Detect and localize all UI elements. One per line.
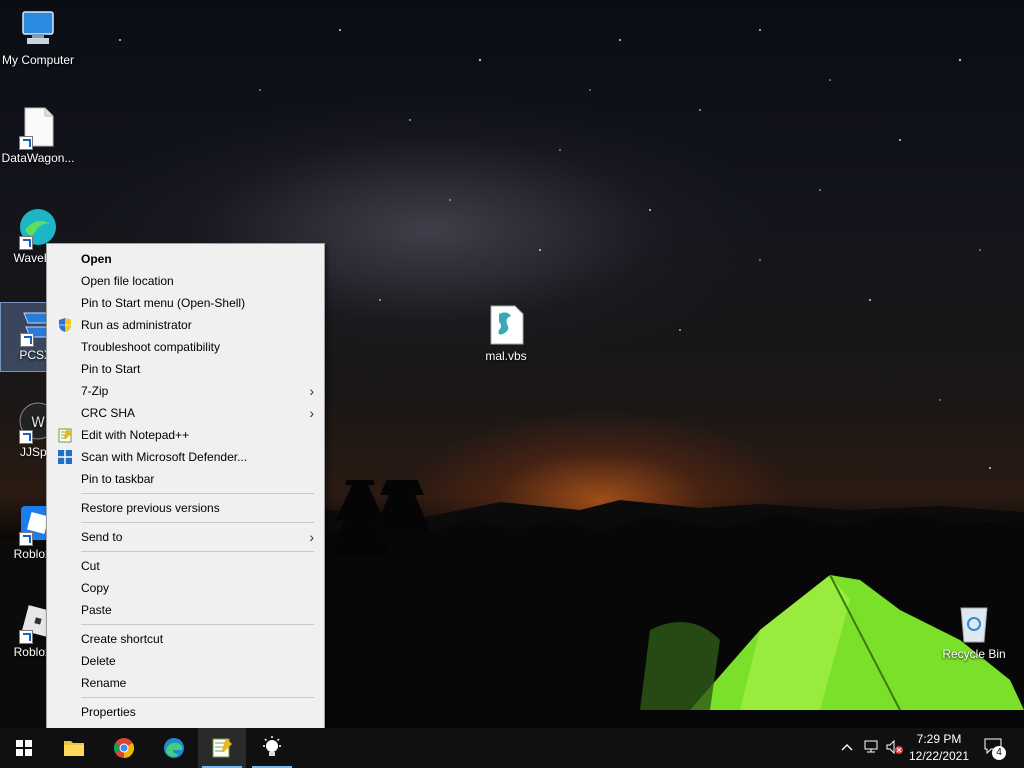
menu-item-open-file-location[interactable]: Open file location xyxy=(47,270,324,292)
svg-text:W: W xyxy=(31,415,45,431)
menu-separator xyxy=(81,624,314,625)
menu-separator xyxy=(81,551,314,552)
taskbar-tips[interactable] xyxy=(248,728,296,768)
menu-item-restore-previous-versions[interactable]: Restore previous versions xyxy=(47,497,324,519)
tray-network[interactable] xyxy=(860,728,882,768)
notification-count-badge: 4 xyxy=(992,746,1006,760)
uac-shield-icon xyxy=(57,317,73,333)
start-button[interactable] xyxy=(0,728,48,768)
chevron-up-icon xyxy=(841,744,853,751)
wavebrowser-icon xyxy=(17,206,59,250)
menu-item-send-to[interactable]: Send to › xyxy=(47,526,324,548)
my-computer-icon xyxy=(17,8,59,50)
menu-item-paste[interactable]: Paste xyxy=(47,599,324,621)
menu-item-pin-to-taskbar[interactable]: Pin to taskbar xyxy=(47,468,324,490)
clock-time: 7:29 PM xyxy=(916,732,962,746)
notepadpp-icon xyxy=(57,427,73,443)
chevron-right-icon: › xyxy=(309,383,314,399)
volume-muted-icon xyxy=(886,740,903,755)
menu-item-open[interactable]: Open xyxy=(47,248,324,270)
menu-separator xyxy=(81,697,314,698)
menu-item-copy[interactable]: Copy xyxy=(47,577,324,599)
notepadpp-icon xyxy=(212,738,232,758)
desktop-icon-recycle-bin[interactable]: Recycle Bin xyxy=(936,602,1012,661)
shortcut-arrow-icon xyxy=(19,630,33,644)
menu-separator xyxy=(81,493,314,494)
menu-item-create-shortcut[interactable]: Create shortcut xyxy=(47,628,324,650)
chevron-right-icon: › xyxy=(309,405,314,421)
chrome-icon xyxy=(113,738,135,759)
menu-separator xyxy=(81,522,314,523)
shortcut-arrow-icon xyxy=(19,136,33,150)
shortcut-arrow-icon xyxy=(19,532,33,546)
defender-icon xyxy=(57,449,73,465)
taskbar-notepadpp[interactable] xyxy=(198,728,246,768)
desktop-icon-datawagon[interactable]: DataWagon... xyxy=(0,106,76,165)
menu-item-scan-with-defender[interactable]: Scan with Microsoft Defender... xyxy=(47,446,324,468)
taskbar-clock[interactable]: 7:29 PM 12/22/2021 xyxy=(904,731,974,765)
action-center-button[interactable]: 4 xyxy=(980,728,1010,768)
menu-item-edit-with-notepadpp[interactable]: Edit with Notepad++ xyxy=(47,424,324,446)
file-explorer-icon xyxy=(64,741,84,756)
tray-show-hidden-icons[interactable] xyxy=(838,728,856,768)
menu-item-delete[interactable]: Delete xyxy=(47,650,324,672)
shortcut-arrow-icon xyxy=(19,236,33,250)
taskbar-edge[interactable] xyxy=(150,728,198,768)
blank-file-icon xyxy=(17,106,59,150)
chevron-right-icon: › xyxy=(309,529,314,545)
tips-lightbulb-icon xyxy=(263,736,281,756)
menu-item-7zip[interactable]: 7-Zip › xyxy=(47,380,324,402)
menu-item-rename[interactable]: Rename xyxy=(47,672,324,694)
shortcut-arrow-icon xyxy=(20,333,34,347)
menu-item-pin-to-start[interactable]: Pin to Start xyxy=(47,358,324,380)
taskbar: 7:29 PM 12/22/2021 4 xyxy=(0,728,1024,768)
context-menu: Open Open file location Pin to Start men… xyxy=(46,243,325,730)
menu-item-cut[interactable]: Cut xyxy=(47,555,324,577)
menu-item-troubleshoot-compatibility[interactable]: Troubleshoot compatibility xyxy=(47,336,324,358)
taskbar-chrome[interactable] xyxy=(100,728,148,768)
menu-item-run-as-administrator[interactable]: Run as administrator xyxy=(47,314,324,336)
tray-volume[interactable] xyxy=(884,728,906,768)
taskbar-file-explorer[interactable] xyxy=(50,728,98,768)
vbs-script-icon xyxy=(485,304,527,346)
network-icon xyxy=(864,740,878,753)
desktop-icon-my-computer[interactable]: My Computer xyxy=(0,8,76,67)
desktop-icon-mal-vbs[interactable]: mal.vbs xyxy=(468,304,544,363)
start-icon xyxy=(16,740,32,756)
edge-icon xyxy=(164,738,184,758)
menu-item-properties[interactable]: Properties xyxy=(47,701,324,723)
clock-date: 12/22/2021 xyxy=(908,749,970,763)
menu-item-pin-to-start-menu-open-shell[interactable]: Pin to Start menu (Open-Shell) xyxy=(47,292,324,314)
recycle-bin-icon xyxy=(953,602,995,644)
menu-item-crc-sha[interactable]: CRC SHA › xyxy=(47,402,324,424)
shortcut-arrow-icon xyxy=(19,430,33,444)
